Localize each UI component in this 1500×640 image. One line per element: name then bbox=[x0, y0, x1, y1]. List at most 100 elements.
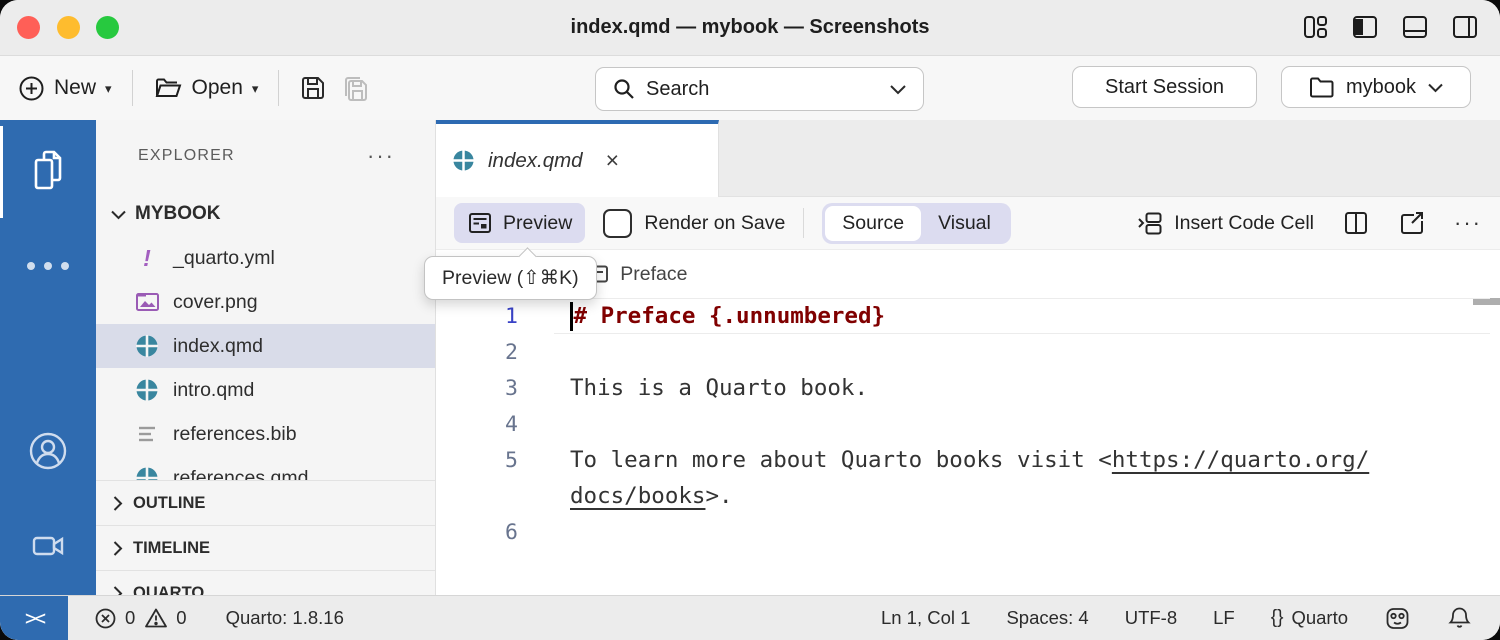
notifications-bell-icon[interactable] bbox=[1447, 605, 1472, 631]
open-button[interactable]: Open ▾ bbox=[153, 75, 259, 102]
file-name: index.qmd bbox=[173, 335, 263, 358]
tab-index-qmd[interactable]: index.qmd × bbox=[436, 120, 719, 197]
preview-label: Preview bbox=[503, 212, 572, 235]
quarto-file-icon bbox=[134, 334, 160, 358]
breadcrumb-symbol[interactable]: Preface bbox=[620, 263, 687, 286]
save-button[interactable] bbox=[299, 74, 327, 102]
zoom-window-button[interactable] bbox=[96, 16, 119, 39]
quarto-file-icon bbox=[452, 149, 475, 172]
error-count: 0 bbox=[125, 607, 135, 629]
open-folder-icon bbox=[153, 75, 183, 102]
code-line-3: 3 This is a Quarto book. bbox=[436, 370, 1500, 406]
remote-indicator[interactable]: >< bbox=[0, 596, 68, 640]
explorer-view-icon[interactable] bbox=[0, 146, 96, 198]
tree-item-quarto-yml[interactable]: ! _quarto.yml bbox=[96, 236, 435, 280]
tree-item-references-bib[interactable]: references.bib bbox=[96, 412, 435, 456]
source-mode-button[interactable]: Source bbox=[825, 206, 921, 241]
tree-item-index-qmd[interactable]: index.qmd bbox=[96, 324, 435, 368]
render-on-save-control[interactable]: Render on Save bbox=[603, 209, 785, 238]
tree-root-mybook[interactable]: MYBOOK bbox=[96, 192, 435, 236]
code-editor[interactable]: 1 # Preface {.unnumbered} 2 3 This is a … bbox=[436, 298, 1500, 596]
language-mode[interactable]: {} Quarto bbox=[1271, 607, 1348, 629]
tooltip-text: Preview (⇧⌘K) bbox=[442, 266, 579, 290]
explorer-more-actions-icon[interactable]: ··· bbox=[367, 143, 395, 169]
editor-group: index.qmd × Preview Render on Save bbox=[436, 120, 1500, 596]
line-number: 2 bbox=[436, 340, 518, 365]
toolbar-divider bbox=[278, 70, 279, 106]
link-text[interactable]: https://quarto.org/ bbox=[1112, 447, 1369, 473]
section-label: TIMELINE bbox=[133, 539, 210, 558]
preview-button[interactable]: Preview bbox=[454, 203, 585, 243]
project-selector-button[interactable]: mybook bbox=[1281, 66, 1471, 108]
code-line-6: 6 bbox=[436, 514, 1500, 550]
explorer-sidebar: EXPLORER ··· MYBOOK ! _quarto.yml cover.… bbox=[96, 120, 436, 596]
customize-layout-icon[interactable] bbox=[1300, 12, 1330, 42]
minimize-window-button[interactable] bbox=[57, 16, 80, 39]
dropdown-caret-icon: ▾ bbox=[105, 81, 112, 97]
chevron-down-icon bbox=[1427, 82, 1444, 93]
section-outline[interactable]: OUTLINE bbox=[96, 480, 435, 525]
search-icon bbox=[612, 77, 636, 101]
start-session-button[interactable]: Start Session bbox=[1072, 66, 1257, 108]
encoding[interactable]: UTF-8 bbox=[1125, 607, 1177, 629]
line-number: 6 bbox=[436, 520, 518, 545]
search-input[interactable]: Search bbox=[595, 67, 924, 111]
title-bar: index.qmd — mybook — Screenshots bbox=[0, 0, 1500, 56]
braces-icon: {} bbox=[1271, 607, 1284, 629]
save-all-button[interactable] bbox=[341, 74, 370, 103]
error-icon bbox=[94, 607, 117, 630]
editor-action-bar: Preview Render on Save Source Visual bbox=[436, 197, 1500, 250]
problems-warnings[interactable]: 0 bbox=[144, 607, 186, 629]
line-number: 1 bbox=[436, 304, 518, 329]
visual-mode-button[interactable]: Visual bbox=[921, 206, 1008, 241]
split-editor-icon[interactable] bbox=[1342, 209, 1370, 237]
section-timeline[interactable]: TIMELINE bbox=[96, 525, 435, 570]
tree-item-intro-qmd[interactable]: intro.qmd bbox=[96, 368, 435, 412]
code-line-5: 5 To learn more about Quarto books visit… bbox=[436, 442, 1500, 478]
file-name: cover.png bbox=[173, 291, 258, 314]
toggle-primary-sidebar-icon[interactable] bbox=[1350, 12, 1380, 42]
line-number: 3 bbox=[436, 376, 518, 401]
new-button[interactable]: New ▾ bbox=[18, 75, 112, 102]
tab-bar: index.qmd × bbox=[436, 120, 1500, 197]
toggle-secondary-sidebar-icon[interactable] bbox=[1450, 12, 1480, 42]
cursor-position[interactable]: Ln 1, Col 1 bbox=[881, 607, 970, 629]
status-bar: >< 0 0 Quarto: 1.8.16 bbox=[0, 595, 1500, 640]
warning-icon bbox=[144, 607, 168, 629]
warning-count: 0 bbox=[176, 607, 186, 629]
tab-label: index.qmd bbox=[488, 149, 583, 173]
chevron-down-icon bbox=[110, 209, 127, 220]
code-text: To learn more about Quarto books visit < bbox=[570, 447, 1112, 473]
video-camera-icon[interactable] bbox=[0, 526, 96, 566]
tree-item-cover-png[interactable]: cover.png bbox=[96, 280, 435, 324]
explorer-header: EXPLORER ··· bbox=[96, 120, 435, 192]
remote-icon: >< bbox=[25, 606, 43, 630]
link-text[interactable]: docs/books bbox=[570, 483, 705, 509]
feedback-smiley-icon[interactable] bbox=[1384, 605, 1411, 632]
more-actions-icon[interactable]: ··· bbox=[1454, 210, 1482, 236]
problems-errors[interactable]: 0 bbox=[94, 607, 135, 630]
eol-sequence[interactable]: LF bbox=[1213, 607, 1235, 629]
activity-bar bbox=[0, 120, 96, 596]
quarto-file-icon bbox=[134, 378, 160, 402]
more-views-icon[interactable] bbox=[0, 262, 96, 270]
save-icon bbox=[299, 74, 327, 102]
indentation[interactable]: Spaces: 4 bbox=[1006, 607, 1088, 629]
toggle-panel-icon[interactable] bbox=[1400, 12, 1430, 42]
section-quarto[interactable]: QUARTO bbox=[96, 570, 435, 596]
render-on-save-checkbox[interactable] bbox=[603, 209, 632, 238]
code-line-5-wrap: docs/books>. bbox=[436, 478, 1500, 514]
close-tab-icon[interactable]: × bbox=[606, 149, 619, 172]
active-line-highlight bbox=[554, 298, 1490, 334]
render-on-save-label: Render on Save bbox=[644, 212, 785, 235]
open-button-label: Open bbox=[192, 76, 243, 100]
open-in-new-window-icon[interactable] bbox=[1398, 209, 1426, 237]
circle-plus-icon bbox=[18, 75, 45, 102]
account-icon[interactable] bbox=[0, 428, 96, 474]
close-window-button[interactable] bbox=[17, 16, 40, 39]
new-button-label: New bbox=[54, 76, 96, 100]
explorer-title: EXPLORER bbox=[138, 147, 235, 165]
insert-code-cell-button[interactable]: Insert Code Cell bbox=[1137, 210, 1314, 237]
quarto-version[interactable]: Quarto: 1.8.16 bbox=[226, 607, 344, 629]
line-number: 4 bbox=[436, 412, 518, 437]
